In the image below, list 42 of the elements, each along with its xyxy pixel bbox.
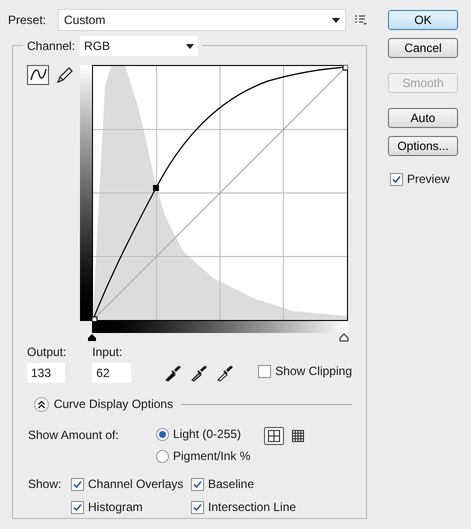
checkbox-label: Histogram [88,499,143,516]
radio-button[interactable] [156,428,169,440]
dialog-button[interactable]: Cancel [388,38,458,58]
checkbox-label: Channel Overlays [88,476,184,493]
dialog-button[interactable]: Auto [388,108,458,128]
show-label: Show: [28,476,62,493]
radio-button[interactable] [156,450,169,462]
show-amount-label: Show Amount of: [28,427,120,444]
curve-tool-icon[interactable] [27,65,49,85]
show-clipping-label: Show Clipping [275,363,352,380]
section-title: Curve Display Options [54,396,174,413]
dialog-button[interactable]: OK [388,10,458,30]
output-field[interactable]: 133 [27,363,65,383]
radio-label: Light (0-255) [173,426,242,443]
checkbox-label: Intersection Line [208,499,296,516]
dropdown-caret-icon[interactable] [186,44,194,48]
checkbox[interactable] [71,500,84,514]
preset-dropdown[interactable]: Custom [58,9,346,31]
input-field[interactable]: 62 [92,363,132,383]
output-label: Output: [27,344,68,361]
list-menu-icon[interactable] [354,14,368,26]
preview-label: Preview [407,171,450,188]
checkbox[interactable] [258,364,272,378]
curves-graph-drawing[interactable] [92,65,348,321]
shadow-slider-icon[interactable] [87,333,98,342]
checkbox[interactable] [390,172,403,186]
collapse-icon[interactable] [34,396,49,412]
dropdown-caret-icon[interactable] [332,18,340,22]
input-label: Input: [92,344,124,361]
channel-dropdown[interactable]: RGB [80,36,198,56]
eyedropper-icon[interactable] [190,364,208,382]
eyedropper-icon[interactable] [216,364,234,382]
eyedropper-icon[interactable] [164,364,182,382]
dialog-button[interactable]: Options... [388,136,458,156]
channel-label: Channel: [27,38,76,55]
checkbox[interactable] [191,500,204,514]
checkbox[interactable] [71,478,84,490]
radio-label: Pigment/Ink % [173,448,250,465]
preset-label: Preset: [8,12,48,29]
simple-grid-icon[interactable] [264,427,284,445]
checkbox-label: Baseline [208,476,254,493]
checkbox[interactable] [191,478,204,490]
